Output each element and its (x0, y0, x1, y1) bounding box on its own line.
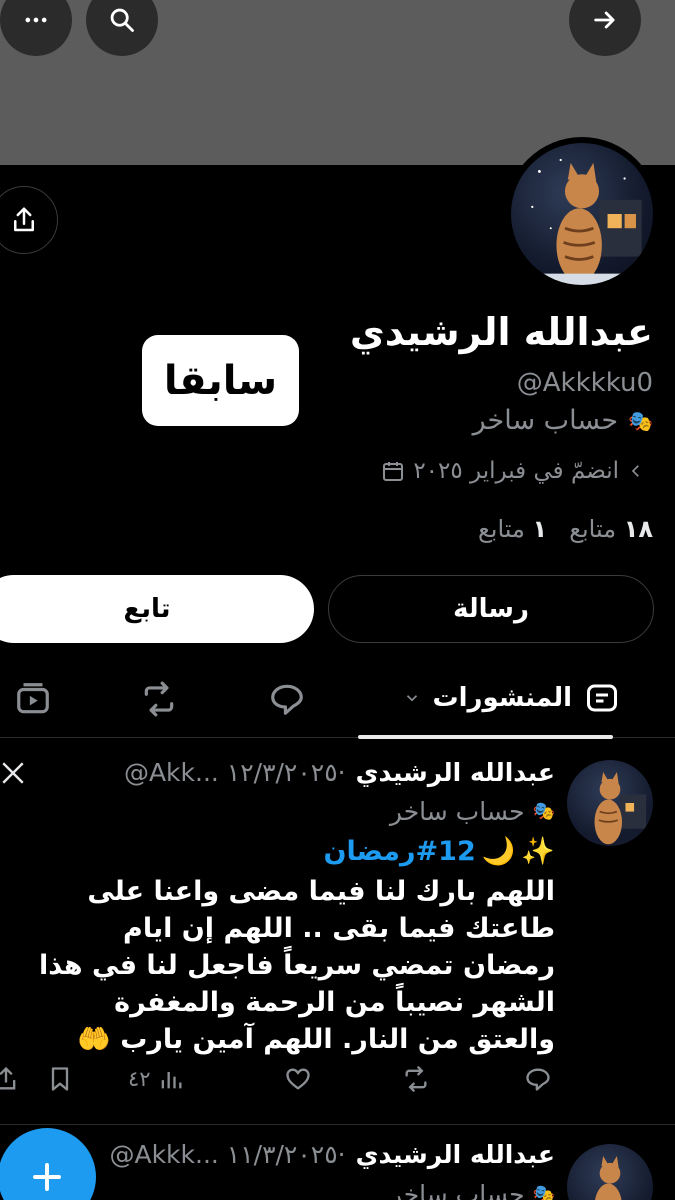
post-hashtag-line: #12رمضان 🌙 ✨ (323, 835, 555, 868)
post-hashtag[interactable]: #12رمضان (323, 836, 475, 867)
share-button[interactable] (0, 186, 58, 254)
arrow-right-icon (594, 11, 615, 29)
post-like-button[interactable] (284, 1065, 312, 1093)
joined-text: انضمّ في فبراير ٢٠٢٥ (413, 458, 619, 484)
calendar-icon (383, 462, 404, 481)
post-views-button[interactable]: ٤٢ (128, 1065, 185, 1093)
post-author-name[interactable]: عبدالله الرشيدي (356, 758, 555, 787)
followers-link[interactable]: ١٨ متابع (569, 515, 653, 543)
post-author-bio: 🎭 حساب ساخر (390, 1180, 555, 1200)
bookmark-icon (51, 1067, 69, 1091)
post-meta: @Akkk... ١١/٣/٢٠٢٥· (109, 1140, 346, 1169)
share-icon (0, 1066, 16, 1090)
post-actions: ٤٢ (0, 1065, 560, 1105)
post-text: اللهم بارك لنا فيما مضى واعنا على طاعتك … (39, 876, 555, 1055)
profile-handle: @Akkkku0 (516, 368, 653, 398)
post-author-bio: 🎭 حساب ساخر (390, 797, 555, 826)
post-meta: @Akk... ١٢/٣/٢٠٢٥· (123, 758, 346, 787)
post-author-bio-text: حساب ساخر (389, 797, 525, 826)
plus-icon (33, 1163, 61, 1191)
chevron-left-icon (631, 465, 639, 477)
more-icon (25, 17, 47, 23)
theater-masks-icon: 🎭 (532, 801, 555, 822)
post-item[interactable]: عبدالله الرشيدي @Akkk... ١١/٣/٢٠٢٥· 🎭 حس… (0, 1126, 675, 1200)
post-item[interactable]: عبدالله الرشيدي @Akk... ١٢/٣/٢٠٢٥· 🎭 حسا… (0, 740, 675, 1125)
repost-icon (405, 1066, 427, 1092)
cat-avatar-image (595, 1156, 622, 1200)
overlay-sticker-label: سابقا (142, 335, 299, 426)
reply-icon (526, 1068, 550, 1091)
reposts-tab-icon[interactable] (140, 680, 178, 718)
active-tab-indicator (358, 735, 613, 739)
profile-bio-text: حساب ساخر (472, 405, 619, 436)
cat-avatar-image (594, 772, 647, 845)
message-button[interactable]: رسالة (328, 575, 654, 643)
post-share-button[interactable] (0, 1065, 20, 1093)
x-logo-icon (2, 762, 24, 784)
profile-bio: 🎭 حساب ساخر (473, 405, 653, 436)
sparkles-icon: ✨ (521, 836, 555, 867)
post-bookmark-button[interactable] (46, 1065, 74, 1093)
media-tab-icon[interactable] (14, 680, 52, 718)
tab-posts[interactable]: المنشورات (403, 680, 620, 716)
profile-tabs: المنشورات (0, 662, 675, 739)
post-author-avatar[interactable] (567, 1144, 653, 1200)
profile-stats: ١٨ متابع ١ متابع (478, 515, 653, 543)
post-views-count: ٤٢ (128, 1067, 151, 1091)
analytics-icon (161, 1072, 182, 1089)
post-author-name[interactable]: عبدالله الرشيدي (356, 1140, 555, 1169)
profile-avatar[interactable] (505, 137, 659, 291)
heart-icon (286, 1068, 310, 1090)
tab-posts-label: المنشورات (432, 683, 572, 713)
following-link[interactable]: ١ متابع (478, 515, 547, 543)
post-header: عبدالله الرشيدي @Akkk... ١١/٣/٢٠٢٥· (109, 1140, 555, 1169)
search-icon (110, 8, 134, 32)
post-repost-button[interactable] (402, 1065, 430, 1093)
profile-joined-date[interactable]: انضمّ في فبراير ٢٠٢٥ (381, 458, 645, 484)
crescent-moon-icon: 🌙 (481, 836, 516, 867)
posts-tab-icon (587, 684, 617, 712)
share-icon (14, 207, 34, 232)
follow-button[interactable]: تابع (0, 575, 314, 643)
theater-masks-icon: 🎭 (532, 1184, 555, 1200)
post-header: عبدالله الرشيدي @Akk... ١٢/٣/٢٠٢٥· (124, 758, 555, 787)
theater-masks-icon: 🎭 (628, 408, 653, 433)
post-reply-button[interactable] (524, 1065, 552, 1093)
cat-avatar-image (511, 158, 653, 285)
profile-name: عبدالله الرشيدي (349, 310, 653, 354)
replies-tab-icon[interactable] (268, 680, 306, 718)
post-author-bio-text: حساب ساخر (389, 1180, 525, 1200)
chevron-down-icon (406, 695, 417, 702)
post-author-avatar[interactable] (567, 760, 653, 846)
